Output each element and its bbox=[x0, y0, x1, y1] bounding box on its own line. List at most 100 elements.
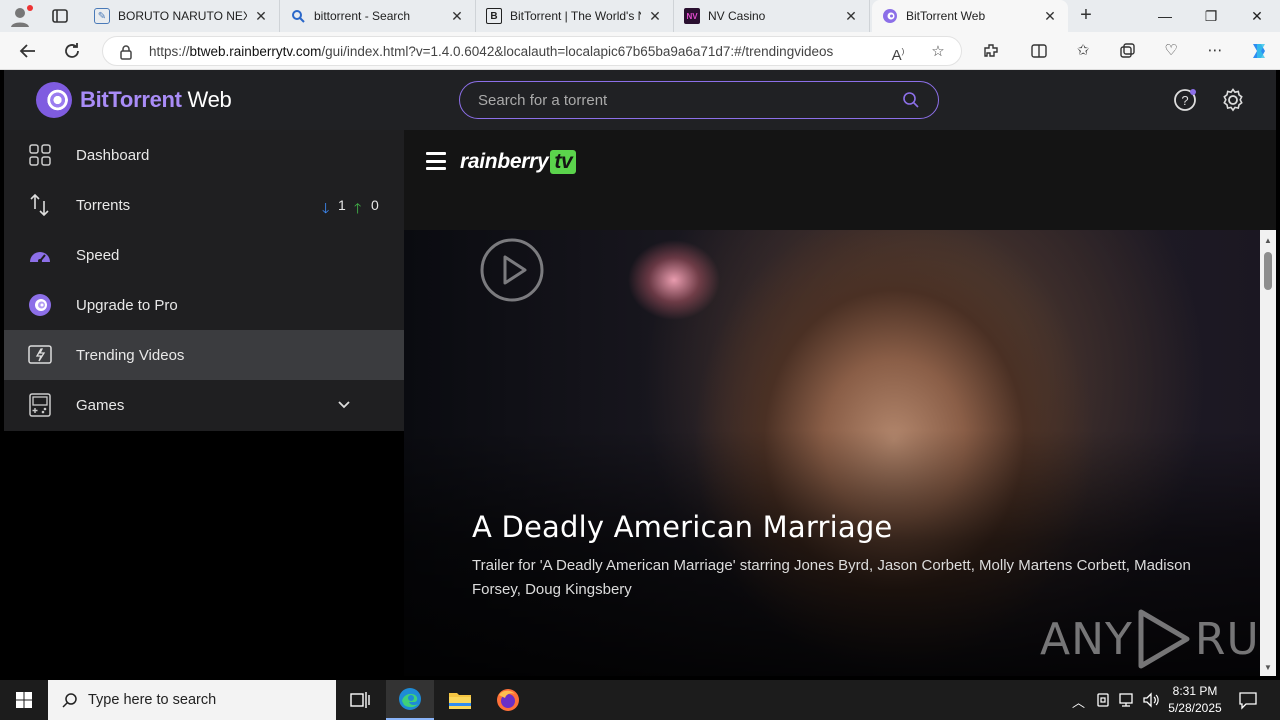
network-icon[interactable] bbox=[1118, 692, 1136, 708]
sidebar-item-trending-videos[interactable]: Trending Videos bbox=[4, 330, 404, 380]
volume-icon[interactable] bbox=[1142, 692, 1160, 708]
notifications-icon[interactable] bbox=[1238, 690, 1258, 710]
more-options-icon[interactable]: ⋯ bbox=[1206, 42, 1224, 60]
upload-arrow-icon: 🡑 bbox=[354, 200, 362, 216]
bittorrent-web-logo[interactable]: BitTorrent Web bbox=[36, 82, 232, 118]
firefox-icon bbox=[497, 689, 519, 711]
chevron-down-icon[interactable] bbox=[336, 396, 352, 412]
tray-device-icon[interactable] bbox=[1096, 692, 1110, 708]
browser-tab-bittorrent[interactable]: B BitTorrent | The World's N ✕ bbox=[476, 0, 674, 32]
clock-date: 5/28/2025 bbox=[1168, 701, 1222, 715]
download-arrow-icon: 🡓 bbox=[322, 200, 330, 216]
featured-video[interactable]: A Deadly American Marriage Trailer for '… bbox=[404, 230, 1260, 676]
new-tab-button[interactable]: + bbox=[1076, 5, 1096, 26]
edge-browser-icon bbox=[399, 688, 421, 710]
download-count: 1 bbox=[338, 197, 346, 213]
close-icon[interactable]: ✕ bbox=[1042, 8, 1058, 24]
tab-title: BitTorrent Web bbox=[906, 9, 986, 23]
sidebar: Dashboard Torrents 🡓 1 🡑 0 Speed Upgrade… bbox=[4, 130, 404, 431]
restore-button[interactable]: ❐ bbox=[1188, 0, 1234, 32]
play-button-icon[interactable] bbox=[480, 238, 544, 302]
rainberry-header: rainberry tv bbox=[404, 130, 1276, 230]
taskbar-app-firefox[interactable] bbox=[484, 680, 532, 720]
sidebar-item-label: Trending Videos bbox=[76, 346, 185, 364]
search-icon[interactable] bbox=[902, 91, 920, 109]
search-input[interactable] bbox=[478, 90, 878, 110]
app-header: BitTorrent Web ? bbox=[4, 70, 1276, 130]
scroll-down-arrow-icon[interactable]: ▼ bbox=[1264, 663, 1272, 672]
nv-icon: NV bbox=[684, 8, 700, 24]
back-button[interactable] bbox=[17, 40, 39, 62]
window-close-button[interactable]: ✕ bbox=[1234, 0, 1280, 32]
torrent-search-box[interactable] bbox=[459, 81, 939, 119]
profile-icon[interactable] bbox=[8, 4, 34, 28]
lock-icon[interactable] bbox=[119, 44, 133, 60]
favorite-star-icon[interactable]: ☆ bbox=[929, 43, 947, 61]
taskbar-search-box[interactable]: Type here to search bbox=[48, 680, 336, 720]
b-icon: B bbox=[486, 8, 502, 24]
sidebar-item-dashboard[interactable]: Dashboard bbox=[4, 130, 404, 180]
sidebar-item-games[interactable]: Games bbox=[4, 380, 404, 430]
sidebar-item-upgrade[interactable]: Upgrade to Pro bbox=[4, 280, 404, 330]
sidebar-item-speed[interactable]: Speed bbox=[4, 230, 404, 280]
extensions-icon[interactable] bbox=[982, 42, 1000, 60]
close-icon[interactable]: ✕ bbox=[253, 8, 269, 24]
close-icon[interactable]: ✕ bbox=[647, 8, 663, 24]
read-aloud-icon[interactable]: A) bbox=[889, 43, 907, 64]
up-down-arrows-icon bbox=[30, 193, 49, 217]
svg-text:?: ? bbox=[1181, 93, 1188, 108]
browser-tab-strip: ✎ BORUTO NARUTO NEXT G ✕ bittorrent - Se… bbox=[0, 0, 1280, 32]
sidebar-item-label: Dashboard bbox=[76, 146, 150, 164]
video-title[interactable]: A Deadly American Marriage bbox=[472, 510, 892, 544]
browser-tab-boruto[interactable]: ✎ BORUTO NARUTO NEXT G ✕ bbox=[84, 0, 280, 32]
sidebar-item-torrents[interactable]: Torrents 🡓 1 🡑 0 bbox=[4, 180, 404, 230]
refresh-button[interactable] bbox=[61, 40, 83, 62]
upload-count: 0 bbox=[371, 197, 379, 213]
browser-tab-search[interactable]: bittorrent - Search ✕ bbox=[280, 0, 476, 32]
windows-start-icon[interactable] bbox=[0, 680, 48, 720]
play-triangle-icon bbox=[1138, 609, 1190, 669]
bittorrent-logo-icon bbox=[36, 82, 72, 118]
tab-title: BitTorrent | The World's N bbox=[510, 9, 641, 23]
scroll-up-arrow-icon[interactable]: ▲ bbox=[1264, 236, 1272, 245]
system-clock[interactable]: 8:31 PM 5/28/2025 bbox=[1160, 683, 1230, 717]
search-icon bbox=[62, 693, 77, 708]
close-icon[interactable]: ✕ bbox=[843, 8, 859, 24]
bittorrent-web-app: BitTorrent Web ? Dashboard Torrents 🡓 bbox=[4, 70, 1276, 676]
collections-icon[interactable] bbox=[1118, 42, 1136, 60]
browser-toolbar: https://btweb.rainberrytv.com/gui/index.… bbox=[0, 32, 1280, 70]
show-hidden-icons-chevron[interactable]: ︿ bbox=[1072, 692, 1085, 711]
help-icon[interactable]: ? bbox=[1172, 87, 1198, 113]
bittorrent-pro-icon bbox=[29, 294, 51, 316]
sidebar-item-label: Games bbox=[76, 396, 125, 414]
trending-videos-panel: rainberry tv A Deadly American Marriage T… bbox=[404, 130, 1276, 676]
vertical-scrollbar[interactable]: ▲ ▼ bbox=[1260, 230, 1276, 676]
browser-essentials-icon[interactable]: ♡ bbox=[1162, 42, 1180, 60]
folder-icon bbox=[449, 693, 471, 709]
close-icon[interactable]: ✕ bbox=[449, 8, 465, 24]
browser-tab-bittorrent-web[interactable]: BitTorrent Web ✕ bbox=[872, 0, 1068, 32]
browser-tab-nv-casino[interactable]: NV NV Casino ✕ bbox=[674, 0, 870, 32]
address-bar[interactable]: https://btweb.rainberrytv.com/gui/index.… bbox=[102, 36, 962, 66]
task-view-button[interactable] bbox=[336, 680, 384, 720]
hamburger-menu-icon[interactable] bbox=[426, 152, 446, 170]
url-text[interactable]: https://btweb.rainberrytv.com/gui/index.… bbox=[149, 44, 865, 59]
sidebar-item-label: Torrents bbox=[76, 196, 131, 214]
scrollbar-thumb[interactable] bbox=[1264, 252, 1272, 290]
favorites-icon[interactable]: ✩ bbox=[1074, 42, 1092, 60]
taskbar-app-edge[interactable] bbox=[386, 680, 434, 720]
split-screen-icon[interactable] bbox=[1030, 42, 1048, 60]
rainberry-tv-logo[interactable]: rainberry tv bbox=[460, 150, 577, 174]
taskbar-app-file-explorer[interactable] bbox=[436, 680, 484, 720]
speedometer-icon bbox=[30, 252, 50, 263]
logo-text: BitTorrent Web bbox=[80, 87, 232, 112]
tab-title: bittorrent - Search bbox=[314, 9, 411, 23]
copilot-icon[interactable] bbox=[1248, 40, 1270, 62]
tab-actions-icon[interactable] bbox=[50, 6, 70, 26]
settings-gear-icon[interactable] bbox=[1220, 87, 1246, 113]
back-arrow-icon bbox=[19, 44, 35, 58]
windows-taskbar: Type here to search ︿ 8:31 PM 5/28/2025 bbox=[0, 680, 1280, 720]
taskbar-search-placeholder: Type here to search bbox=[88, 692, 217, 708]
minimize-button[interactable]: — bbox=[1142, 0, 1188, 32]
task-view-icon bbox=[350, 692, 370, 708]
